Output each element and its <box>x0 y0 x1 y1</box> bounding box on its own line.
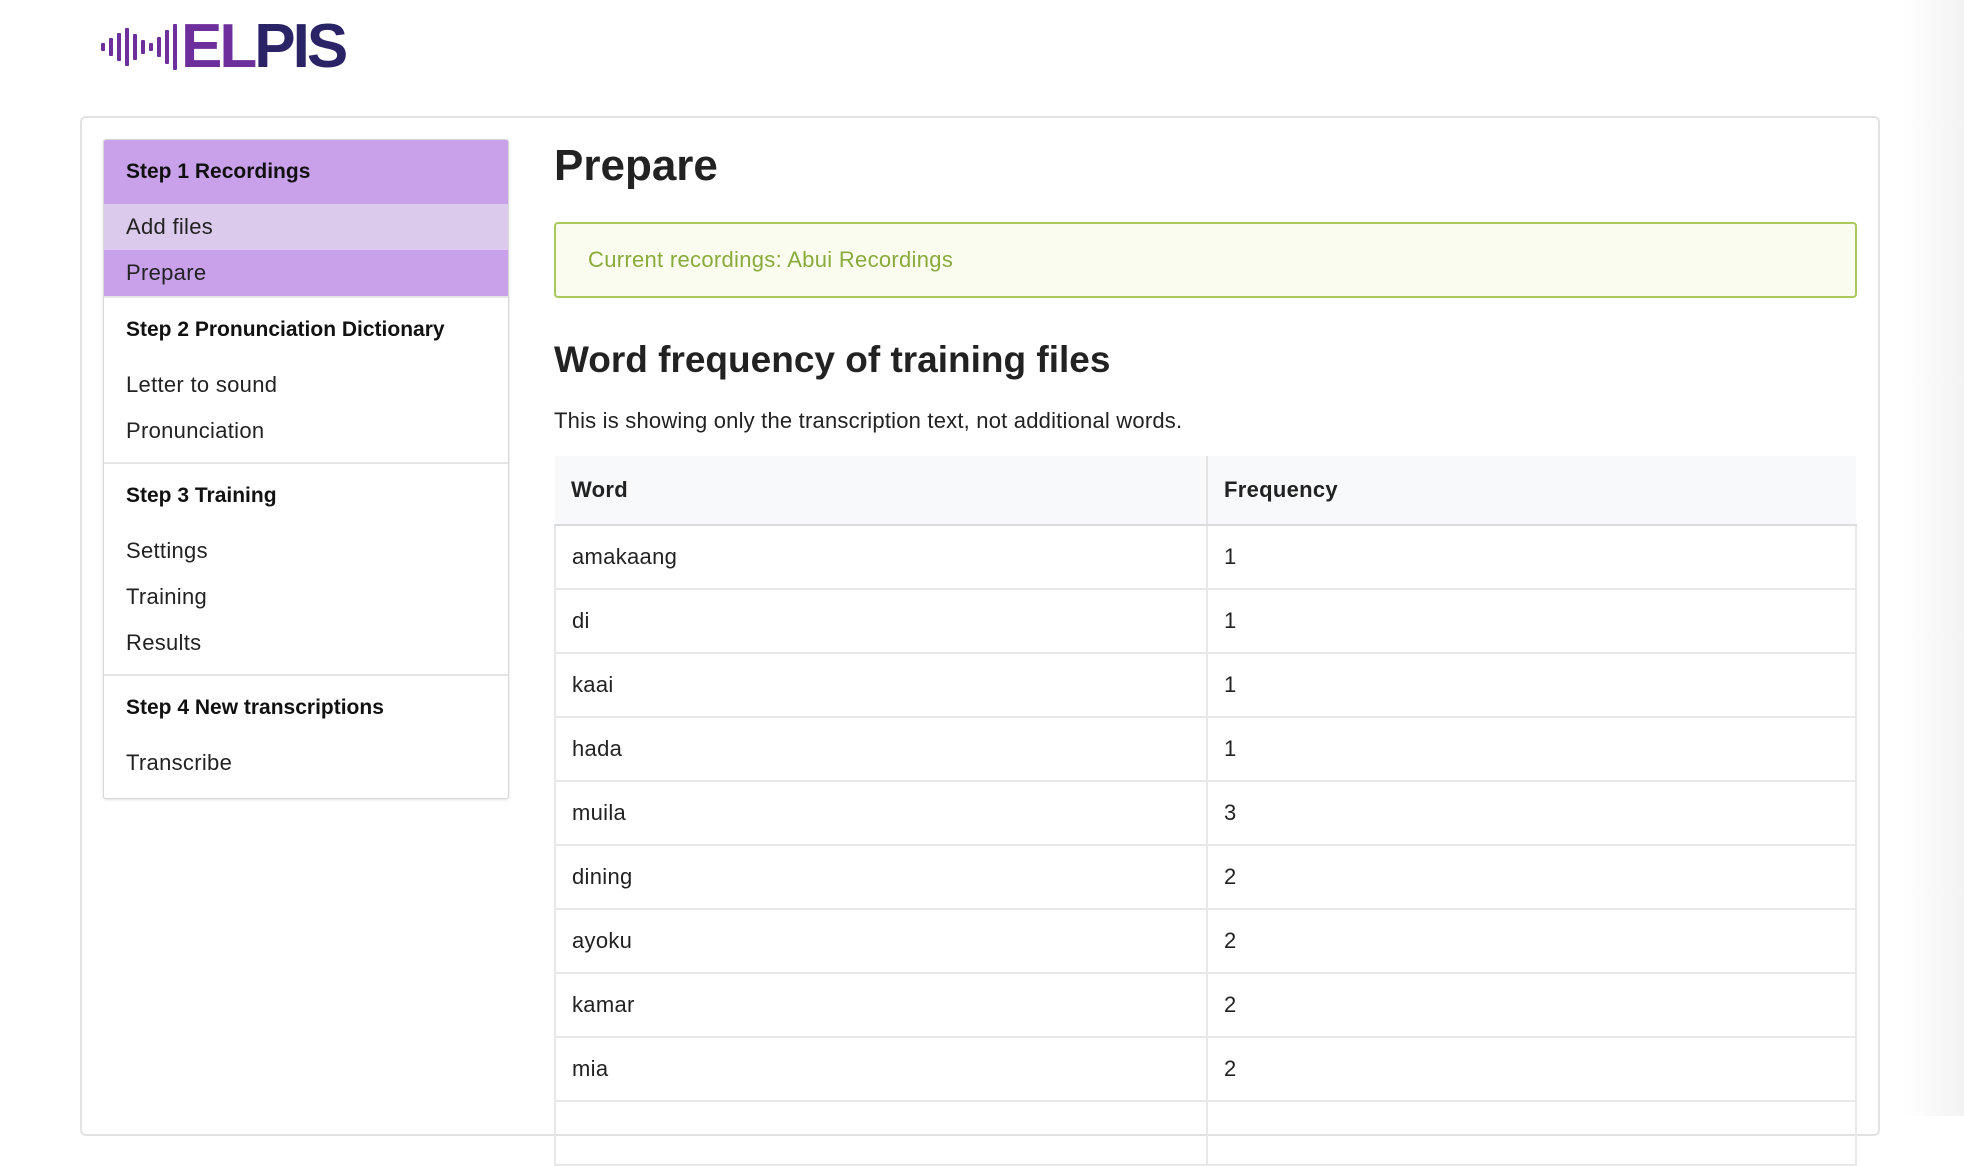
step-header-new-transcriptions[interactable]: Step 4 New transcriptions <box>104 676 508 740</box>
frequency-cell: 1 <box>1206 653 1857 718</box>
step-group-training: Step 3 Training Settings Training Result… <box>104 464 508 676</box>
table-row: muila 3 <box>554 781 1857 846</box>
table-row: mia 2 <box>554 1037 1857 1102</box>
table-header-row: Word Frequency <box>555 456 1856 526</box>
table-row: amakaang 1 <box>554 525 1857 590</box>
sidebar-item-letter-to-sound[interactable]: Letter to sound <box>104 362 508 408</box>
sidebar-item-prepare[interactable]: Prepare <box>104 250 508 296</box>
frequency-cell: 1 <box>1206 717 1857 782</box>
sidebar-item-transcribe[interactable]: Transcribe <box>104 740 508 786</box>
logo-wordmark: ELPIS <box>181 12 348 81</box>
word-cell: amakaang <box>554 525 1207 590</box>
section-description: This is showing only the transcription t… <box>554 408 1183 433</box>
table-row: ayoku 2 <box>554 909 1857 974</box>
word-cell: mia <box>554 1037 1207 1102</box>
frequency-cell: 1 <box>1206 525 1857 590</box>
word-cell: muila <box>554 781 1207 846</box>
sidebar-item-results[interactable]: Results <box>104 620 508 666</box>
table-row: di 1 <box>554 589 1857 654</box>
column-header-frequency[interactable]: Frequency <box>1206 456 1856 526</box>
sidebar-item-training[interactable]: Training <box>104 574 508 620</box>
word-cell <box>554 1101 1207 1166</box>
frequency-cell: 2 <box>1206 845 1857 910</box>
word-cell: dining <box>554 845 1207 910</box>
column-header-word[interactable]: Word <box>555 456 1207 526</box>
section-title: Word frequency of training files <box>554 339 1111 380</box>
table-row: dining 2 <box>554 845 1857 910</box>
word-cell: di <box>554 589 1207 654</box>
word-cell: hada <box>554 717 1207 782</box>
step-group-pronunciation: Step 2 Pronunciation Dictionary Letter t… <box>104 298 508 464</box>
step-header-training[interactable]: Step 3 Training <box>104 464 508 528</box>
word-cell: kamar <box>554 973 1207 1038</box>
soundwave-icon <box>101 24 177 70</box>
step-header-recordings[interactable]: Step 1 Recordings <box>104 140 508 204</box>
frequency-cell <box>1206 1101 1857 1166</box>
frequency-cell: 1 <box>1206 589 1857 654</box>
frequency-cell: 2 <box>1206 973 1857 1038</box>
step-group-recordings: Step 1 Recordings Add files Prepare <box>104 140 508 298</box>
main-content: Prepare Current recordings: Abui Recordi… <box>554 130 1857 1166</box>
step-group-new-transcriptions: Step 4 New transcriptions Transcribe <box>104 676 508 798</box>
steps-sidebar: Step 1 Recordings Add files Prepare Step… <box>103 139 509 799</box>
sidebar-item-pronunciation[interactable]: Pronunciation <box>104 408 508 454</box>
step-header-pronunciation-dictionary[interactable]: Step 2 Pronunciation Dictionary <box>104 298 508 362</box>
frequency-cell: 2 <box>1206 1037 1857 1102</box>
page-title: Prepare <box>554 141 718 190</box>
sidebar-item-settings[interactable]: Settings <box>104 528 508 574</box>
word-cell: ayoku <box>554 909 1207 974</box>
elpis-logo[interactable]: ELPIS <box>101 12 348 81</box>
frequency-cell: 2 <box>1206 909 1857 974</box>
window-edge-shade <box>1904 0 1964 1116</box>
frequency-cell: 3 <box>1206 781 1857 846</box>
word-cell: kaai <box>554 653 1207 718</box>
table-row: hada 1 <box>554 717 1857 782</box>
table-row: kaai 1 <box>554 653 1857 718</box>
current-recordings-notice: Current recordings: Abui Recordings <box>554 222 1857 298</box>
sidebar-item-add-files[interactable]: Add files <box>104 204 508 250</box>
table-row: kamar 2 <box>554 973 1857 1038</box>
table-row <box>554 1101 1857 1166</box>
word-frequency-table: Word Frequency amakaang 1 di 1 kaai 1 hada 1… <box>554 456 1857 1166</box>
